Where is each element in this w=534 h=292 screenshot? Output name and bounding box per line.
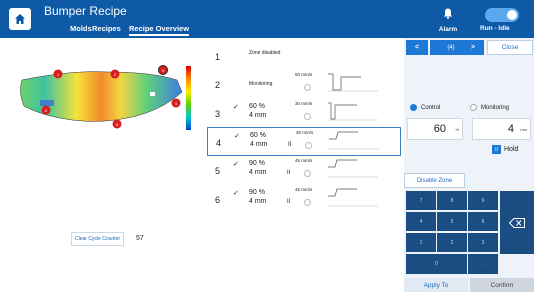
- run-toggle[interactable]: [485, 8, 519, 22]
- clear-cycle-counter-button[interactable]: Clear Cycle Counter: [71, 232, 125, 246]
- key-1[interactable]: 1: [406, 233, 436, 252]
- zone-profile-graph: [328, 188, 378, 207]
- control-radio[interactable]: Control: [410, 104, 440, 111]
- control-label: Control: [421, 104, 441, 111]
- pause-icon: II: [288, 142, 292, 148]
- zone-profile-graph: [328, 159, 378, 178]
- zone-profile-graph: [328, 73, 378, 92]
- pause-icon: II: [287, 170, 291, 176]
- zone-check-icon: ✓: [233, 190, 239, 197]
- cycle-count: 57: [136, 235, 144, 242]
- key-4[interactable]: 4: [406, 212, 436, 231]
- key-6[interactable]: 6: [468, 212, 498, 231]
- confirm-button[interactable]: Confirm: [470, 278, 534, 292]
- control-value: 60: [433, 123, 446, 135]
- zone-check-icon: ✓: [233, 161, 239, 168]
- monitoring-label: Monitoring: [481, 104, 510, 111]
- key-2[interactable]: 2: [437, 233, 467, 252]
- key-decimal[interactable]: .: [468, 254, 498, 274]
- zone-radio[interactable]: [304, 199, 311, 206]
- key-5[interactable]: 5: [437, 212, 467, 231]
- zone-distance: 4 mm: [249, 169, 267, 176]
- zone-radio[interactable]: [304, 84, 311, 91]
- radio-unselected-icon: [470, 104, 477, 111]
- zone-profile-graph: [328, 102, 378, 121]
- zone-number: 4: [216, 138, 222, 148]
- zone-speed: 45 mm/s: [295, 158, 313, 163]
- toggle-knob: [507, 10, 517, 20]
- zone-percent: 60 %: [249, 103, 265, 110]
- zone-row-5[interactable]: 5 ✓ 90 % 4 mm II 45 mm/s: [207, 156, 401, 185]
- tab-recipe-overview[interactable]: Recipe Overview: [129, 24, 190, 36]
- alarm-button[interactable]: Alarm: [436, 6, 460, 33]
- zone-row-3[interactable]: 3 ✓ 60 % 4 mm 30 mm/s: [207, 99, 401, 128]
- zone-check-icon: ✓: [233, 104, 239, 111]
- apply-to-button[interactable]: Apply To: [404, 278, 468, 292]
- zone-speed: 45 mm/s: [295, 187, 313, 192]
- zone-percent: 90 %: [249, 160, 265, 167]
- zone-row-4[interactable]: 4 ✓ 60 % 4 mm II 30 mm/s: [207, 127, 401, 156]
- zone-distance: 4 mm: [249, 112, 267, 119]
- tab-recipes[interactable]: Recipes: [92, 24, 121, 33]
- top-bar: Bumper Recipe Molds Recipes Recipe Overv…: [0, 0, 534, 38]
- zone-radio[interactable]: [305, 142, 312, 149]
- pause-icon: II: [287, 199, 291, 205]
- pause-icon: II: [492, 145, 501, 154]
- cutout-right: [150, 92, 155, 96]
- zone-speed: 50 mm/s: [295, 72, 313, 77]
- close-button[interactable]: Close: [487, 40, 533, 55]
- key-7[interactable]: 7: [406, 191, 436, 210]
- zone-row-2[interactable]: 2 Monitoring 50 mm/s: [207, 70, 401, 99]
- hold-toggle[interactable]: II Hold: [492, 145, 518, 154]
- zone-number: 2: [215, 80, 221, 90]
- key-9[interactable]: 9: [468, 191, 498, 210]
- hold-label: Hold: [504, 146, 519, 153]
- radio-selected-icon: [410, 104, 417, 111]
- backspace-icon: [509, 217, 525, 228]
- alarm-label: Alarm: [438, 26, 458, 33]
- zone-percent: 90 %: [249, 189, 265, 196]
- zone-percent: 60 %: [250, 132, 266, 139]
- key-3[interactable]: 3: [468, 233, 498, 252]
- cutout-left: [40, 100, 54, 106]
- next-zone-button[interactable]: >: [462, 40, 484, 55]
- zone-distance: 4 mm: [250, 141, 268, 148]
- zone-number: 6: [215, 195, 221, 205]
- monitoring-radio[interactable]: Monitoring: [470, 104, 509, 111]
- control-percent-field[interactable]: 60 %: [407, 118, 463, 140]
- home-button[interactable]: [9, 8, 31, 30]
- distance-field[interactable]: 4 mm: [472, 118, 531, 140]
- backspace-key[interactable]: [500, 191, 534, 254]
- home-icon: [15, 14, 25, 24]
- zone-number: 5: [215, 166, 221, 176]
- distance-value: 4: [507, 123, 514, 135]
- zone-radio[interactable]: [304, 113, 311, 120]
- page-title: Bumper Recipe: [44, 4, 127, 18]
- zone-speed: 30 mm/s: [296, 130, 314, 135]
- zone-number: 1: [215, 52, 221, 62]
- zone-radio[interactable]: [304, 170, 311, 177]
- zone-status: Zone disabled: [249, 50, 281, 56]
- zone-mode: Monitoring: [249, 81, 273, 87]
- control-unit: %: [455, 127, 459, 132]
- distance-unit: mm: [520, 127, 527, 132]
- disable-zone-button[interactable]: Disable Zone: [404, 173, 465, 188]
- zone-number: 3: [215, 109, 221, 119]
- zone-row-6[interactable]: 6 ✓ 90 % 4 mm II 45 mm/s: [207, 185, 401, 214]
- zone-row-1[interactable]: 1 Zone disabled: [207, 42, 401, 71]
- tab-molds[interactable]: Molds: [70, 24, 92, 33]
- key-8[interactable]: 8: [437, 191, 467, 210]
- key-0[interactable]: 0: [406, 254, 467, 274]
- zone-check-icon: ✓: [234, 133, 240, 140]
- zone-profile-graph: [329, 131, 379, 150]
- bumper-part-image: [20, 71, 183, 122]
- zone-speed: 30 mm/s: [295, 101, 313, 106]
- run-status-label: Run - Idle: [480, 25, 510, 32]
- zone-distance: 4 mm: [249, 198, 267, 205]
- zone-edit-panel: < (4) > Close Control Monitoring 60 % 4 …: [404, 38, 534, 292]
- prev-zone-button[interactable]: <: [406, 40, 428, 55]
- bell-icon: [443, 8, 453, 19]
- color-scale: [186, 66, 191, 130]
